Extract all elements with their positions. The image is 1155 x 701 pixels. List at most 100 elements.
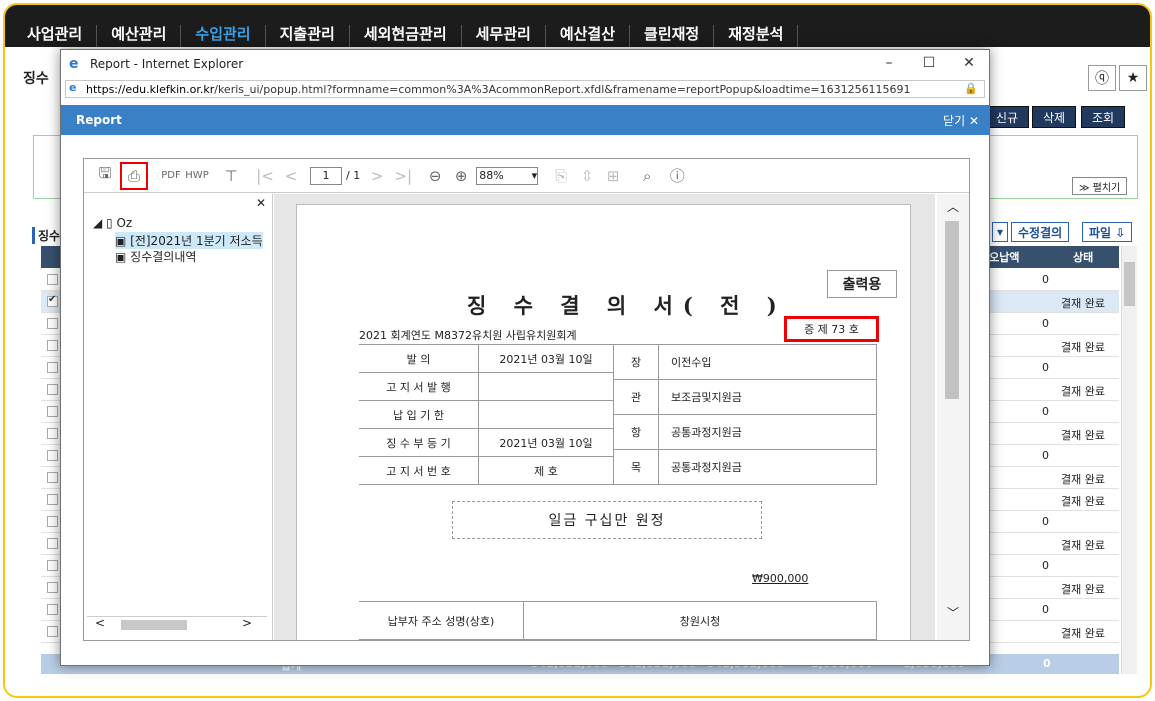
page-number-input[interactable]: 1 (310, 166, 342, 185)
row-checkbox[interactable] (47, 516, 58, 527)
address-bar[interactable]: e https://edu.klefkin.or.kr/keris_ui/pop… (65, 80, 985, 98)
row-checkbox[interactable] (47, 318, 58, 329)
nav-item[interactable]: 재정분석 (714, 25, 799, 47)
ie-icon: e (69, 81, 77, 94)
tree-item[interactable]: ▣ 징수결의내역 (115, 248, 196, 265)
window-titlebar: e Report - Internet Explorer (61, 50, 989, 78)
row-checkbox[interactable] (47, 362, 58, 373)
print-stamp: 출력용 (827, 270, 897, 298)
info-icon[interactable]: ⓘ (666, 165, 688, 187)
grid-value: 공통과정지원금 (659, 450, 877, 485)
row-status: 결재 완료 (1061, 627, 1105, 640)
row-checkbox[interactable] (47, 472, 58, 483)
nav-item[interactable]: 사업관리 (27, 25, 98, 47)
row-status: 결재 완료 (1061, 429, 1105, 442)
tree-hscrollbar[interactable]: < > (87, 616, 267, 632)
new-button[interactable]: 신규 (985, 106, 1030, 128)
find-icon[interactable]: ⌕ (636, 165, 658, 187)
tree-root[interactable]: ◢ ▯ Oz (93, 216, 132, 230)
row-checkbox[interactable] (47, 494, 58, 505)
grid-value: 공통과정지원금 (659, 415, 877, 450)
zoom-in-icon[interactable]: ⊕ (450, 165, 472, 187)
row-checkbox[interactable] (47, 604, 58, 615)
row-status: 결재 완료 (1061, 539, 1105, 552)
nav-item[interactable]: 예산결산 (546, 25, 631, 47)
grid-value: 이전수입 (659, 345, 877, 380)
url-path: /keris_ui/popup.html?formname=common%3A%… (214, 82, 911, 96)
minimize-icon[interactable]: – (879, 55, 899, 71)
tree-toggle-icon[interactable]: ⊤ (220, 165, 242, 187)
grid-value: 2021년 03월 10일 (479, 345, 614, 373)
first-page-icon[interactable]: |< (254, 165, 276, 187)
zoom-out-icon[interactable]: ⊖ (424, 165, 446, 187)
nav-item[interactable]: 세외현금관리 (350, 25, 462, 47)
save-icon[interactable]: 🖫 (94, 164, 116, 187)
row-checkbox[interactable] (47, 384, 58, 395)
help-icon[interactable]: ⓠ (1088, 65, 1116, 91)
scroll-thumb[interactable] (945, 221, 959, 399)
fit-page-icon[interactable]: ⊞ (602, 165, 624, 187)
hwp-icon[interactable]: HWP (185, 165, 208, 187)
nav-item[interactable]: 예산관리 (97, 25, 182, 47)
star-icon[interactable]: ★ (1119, 65, 1147, 91)
copy-icon[interactable]: ⎘ (550, 165, 572, 187)
nav-item-active[interactable]: 수입관리 (181, 25, 266, 47)
tree-item[interactable]: ▣ [전]2021년 1분기 저소득 (115, 232, 263, 249)
delete-button[interactable]: 삭제 (1032, 106, 1077, 128)
grid-label: 고 지 서 발 행 (359, 373, 479, 401)
report-title: Report (76, 113, 122, 127)
row-checkbox[interactable] (47, 450, 58, 461)
report-grid: 발 의 2021년 03월 10일 고 지 서 발 행 납 입 기 한 징 수 … (359, 344, 877, 485)
report-header-bar: Report (61, 105, 989, 135)
search-button[interactable]: 조회 (1081, 106, 1126, 128)
row-checkbox[interactable] (47, 428, 58, 439)
document-scrollbar[interactable]: ︿ ﹀ (937, 194, 969, 640)
row-checkbox[interactable] (47, 538, 58, 549)
scroll-left-icon[interactable]: < (95, 616, 105, 630)
report-viewer: 🖫 ⎙ PDF HWP ⊤ |< < 1 / 1 > >| ⊖ ⊕ 88% ▾ ⎘… (83, 158, 970, 641)
row-checkbox[interactable] (47, 274, 58, 285)
grid-value (479, 401, 614, 429)
print-icon[interactable]: ⎙ (120, 161, 148, 190)
scroll-right-icon[interactable]: > (242, 616, 252, 630)
next-page-icon[interactable]: > (366, 165, 388, 187)
close-report-button[interactable]: 닫기 ✕ (943, 112, 979, 129)
close-icon[interactable]: ✕ (959, 55, 979, 71)
row-checkbox[interactable] (47, 340, 58, 351)
nav-item[interactable]: 지출관리 (266, 25, 350, 47)
row-checkbox[interactable] (47, 582, 58, 593)
row-checkbox[interactable] (47, 406, 58, 417)
nav-item[interactable]: 클린재정 (630, 25, 715, 47)
close-tree-icon[interactable]: ✕ (256, 196, 266, 210)
scroll-thumb[interactable] (121, 620, 187, 630)
payer-row: 납부자 주소 성명(상호) 창원시청 (359, 601, 877, 640)
header-status: 상태 (1073, 251, 1094, 264)
row-status: 결재 완료 (1061, 583, 1105, 596)
row-checkbox[interactable] (47, 626, 58, 637)
scroll-down-icon[interactable]: ﹀ (947, 604, 959, 621)
maximize-icon[interactable]: ☐ (919, 55, 939, 71)
voucher-number: 증 제 73 호 (784, 316, 879, 342)
row-checkbox[interactable] (47, 294, 58, 307)
tree-item-label: [전]2021년 1분기 저소득 (130, 234, 263, 248)
fit-height-icon[interactable]: ⇳ (576, 165, 598, 187)
grid-label: 항 (614, 415, 659, 450)
nav-item[interactable]: 세무관리 (462, 25, 546, 47)
dropdown-icon[interactable]: ▾ (992, 222, 1009, 242)
amount-in-words: 일금 구십만 원정 (452, 501, 762, 539)
file-button[interactable]: 파일 ⇩ (1082, 222, 1133, 242)
expand-button[interactable]: ≫ 펼치기 (1072, 177, 1128, 195)
last-page-icon[interactable]: >| (392, 165, 414, 187)
fiscal-year: 2021 회계연도 M8372유치원 사립유치원회계 (359, 329, 577, 342)
viewer-toolbar: 🖫 ⎙ PDF HWP ⊤ |< < 1 / 1 > >| ⊖ ⊕ 88% ▾ ⎘… (84, 159, 969, 193)
row-checkbox[interactable] (47, 560, 58, 571)
row-amount: 0 (1042, 405, 1049, 418)
scroll-thumb[interactable] (1124, 262, 1135, 306)
prev-page-icon[interactable]: < (280, 165, 302, 187)
revise-button[interactable]: 수정결의 (1011, 222, 1070, 242)
pdf-icon[interactable]: PDF (160, 165, 182, 187)
table-scrollbar[interactable] (1121, 246, 1137, 674)
lock-icon: 🔒 (964, 82, 978, 95)
zoom-select[interactable]: 88% ▾ (476, 166, 539, 185)
scroll-up-icon[interactable]: ︿ (947, 198, 959, 215)
